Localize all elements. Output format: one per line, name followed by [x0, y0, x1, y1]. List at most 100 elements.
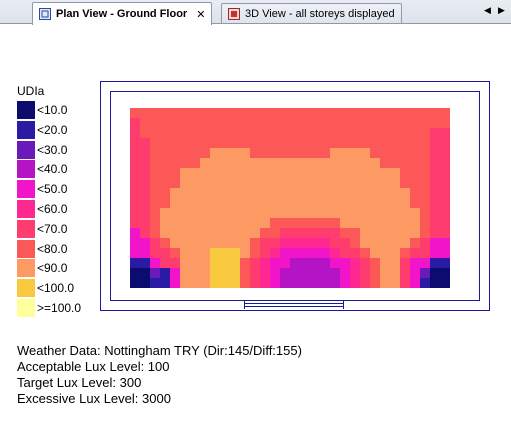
grid-cell: [210, 178, 220, 188]
grid-cell: [160, 128, 170, 138]
grid-cell: [320, 278, 330, 288]
grid-cell: [430, 238, 440, 248]
grid-cell: [130, 168, 140, 178]
grid-cell: [160, 198, 170, 208]
scroll-right-icon[interactable]: ▶: [498, 5, 505, 16]
grid-cell: [260, 248, 270, 258]
grid-cell: [420, 238, 430, 248]
grid-cell: [210, 128, 220, 138]
grid-cell: [200, 238, 210, 248]
grid-cell: [380, 188, 390, 198]
grid-cell: [300, 128, 310, 138]
grid-cell: [410, 148, 420, 158]
grid-cell: [180, 108, 190, 118]
scroll-left-icon[interactable]: ◀: [484, 5, 491, 16]
grid-cell: [160, 118, 170, 128]
grid-cell: [390, 178, 400, 188]
grid-cell: [140, 268, 150, 278]
grid-cell: [310, 108, 320, 118]
grid-cell: [150, 248, 160, 258]
grid-cell: [250, 208, 260, 218]
legend-label: <90.0: [37, 261, 68, 276]
grid-cell: [130, 138, 140, 148]
grid-cell: [220, 168, 230, 178]
close-icon[interactable]: ✕: [196, 8, 205, 21]
tab-plan-view[interactable]: Plan View - Ground Floor ✕: [32, 2, 213, 25]
grid-cell: [430, 278, 440, 288]
legend-swatch: [17, 200, 35, 218]
grid-cell: [160, 138, 170, 148]
grid-cell: [340, 178, 350, 188]
grid-cell: [410, 238, 420, 248]
grid-cell: [370, 218, 380, 228]
grid-cell: [430, 168, 440, 178]
grid-cell: [220, 208, 230, 218]
grid-cell: [420, 228, 430, 238]
grid-cell: [430, 268, 440, 278]
grid-cell: [200, 178, 210, 188]
grid-cell: [280, 268, 290, 278]
grid-cell: [200, 268, 210, 278]
grid-cell: [390, 258, 400, 268]
grid-cell: [360, 198, 370, 208]
grid-cell: [310, 178, 320, 188]
grid-cell: [350, 128, 360, 138]
grid-cell: [340, 278, 350, 288]
legend-label: <60.0: [37, 202, 68, 216]
grid-cell: [440, 218, 450, 228]
grid-cell: [300, 198, 310, 208]
grid-cell: [240, 198, 250, 208]
door-line: [244, 303, 344, 304]
grid-cell: [420, 208, 430, 218]
tab-3d-view[interactable]: 3D View - all storeys displayed: [221, 3, 402, 23]
grid-cell: [140, 278, 150, 288]
grid-cell: [290, 228, 300, 238]
grid-cell: [260, 258, 270, 268]
grid-cell: [160, 278, 170, 288]
grid-cell: [270, 118, 280, 128]
grid-cell: [140, 158, 150, 168]
tab-label: Plan View - Ground Floor: [56, 8, 188, 20]
door-cap: [343, 301, 344, 309]
grid-cell: [240, 118, 250, 128]
grid-cell: [330, 258, 340, 268]
grid-cell: [130, 278, 140, 288]
grid-cell: [260, 108, 270, 118]
grid-cell: [370, 238, 380, 248]
grid-cell: [330, 158, 340, 168]
grid-cell: [410, 178, 420, 188]
target-lux-text: Target Lux Level: 300: [17, 375, 142, 390]
grid-cell: [240, 208, 250, 218]
grid-cell: [330, 178, 340, 188]
grid-cell: [310, 238, 320, 248]
grid-cell: [320, 148, 330, 158]
grid-cell: [410, 218, 420, 228]
grid-cell: [200, 208, 210, 218]
grid-cell: [380, 218, 390, 228]
grid-cell: [250, 198, 260, 208]
grid-cell: [300, 138, 310, 148]
grid-cell: [350, 198, 360, 208]
grid-cell: [290, 198, 300, 208]
grid-cell: [250, 148, 260, 158]
grid-cell: [370, 158, 380, 168]
grid-cell: [300, 248, 310, 258]
grid-cell: [220, 128, 230, 138]
legend-item: <70.0: [17, 219, 67, 238]
grid-cell: [240, 188, 250, 198]
grid-cell: [150, 208, 160, 218]
grid-cell: [210, 248, 220, 258]
grid-cell: [290, 238, 300, 248]
grid-cell: [370, 138, 380, 148]
legend-item: <20.0: [17, 120, 67, 139]
grid-cell: [410, 138, 420, 148]
grid-cell: [130, 258, 140, 268]
grid-cell: [410, 268, 420, 278]
grid-cell: [430, 188, 440, 198]
grid-cell: [270, 198, 280, 208]
grid-cell: [270, 148, 280, 158]
grid-cell: [130, 198, 140, 208]
grid-cell: [340, 198, 350, 208]
grid-cell: [220, 268, 230, 278]
grid-cell: [350, 158, 360, 168]
